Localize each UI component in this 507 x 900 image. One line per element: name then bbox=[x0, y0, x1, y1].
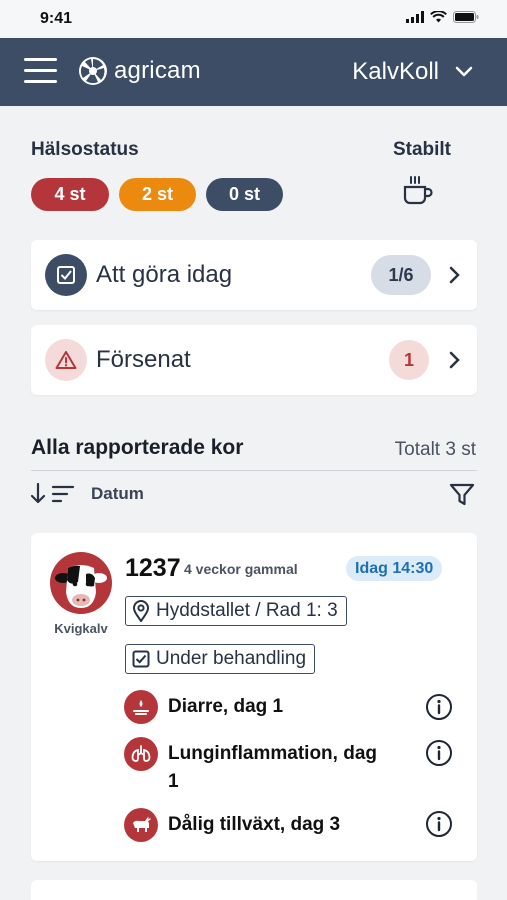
section-total: Totalt 3 st bbox=[394, 439, 476, 460]
status-text: Under behandling bbox=[156, 648, 307, 669]
location-pin-icon bbox=[132, 600, 150, 622]
filter-icon[interactable] bbox=[449, 482, 475, 508]
app-name: KalvKoll bbox=[352, 58, 439, 85]
info-icon[interactable] bbox=[425, 739, 453, 767]
sort-label: Datum bbox=[91, 484, 144, 503]
time-badge: Idag 14:30 bbox=[346, 556, 443, 581]
cow-id: 1237 bbox=[125, 554, 181, 582]
todo-progress-badge: 1/6 bbox=[371, 255, 431, 295]
diagnosis-text: Lunginflammation, dag 1 bbox=[168, 743, 377, 792]
status-pill-dark[interactable]: 0 st bbox=[206, 178, 283, 211]
calf-type: Kvigkalv bbox=[54, 621, 108, 636]
checkbox-icon bbox=[132, 650, 150, 668]
battery-icon bbox=[453, 11, 479, 23]
sort-control[interactable]: Datum bbox=[31, 482, 144, 506]
lungs-icon bbox=[124, 737, 158, 771]
diarrhea-icon bbox=[124, 690, 158, 724]
location-tag: Hyddstallet / Rad 1: 3 bbox=[125, 596, 347, 626]
status-time: 9:41 bbox=[40, 10, 73, 27]
agricam-logo: agricam bbox=[78, 56, 201, 86]
app-header: agricam KalvKoll bbox=[0, 38, 507, 106]
status-pill-orange[interactable]: 2 st bbox=[119, 178, 196, 211]
aperture-icon bbox=[79, 57, 107, 85]
info-icon[interactable] bbox=[425, 810, 453, 838]
diagnosis-text: Dålig tillväxt, dag 3 bbox=[168, 814, 341, 835]
late-count-badge: 1 bbox=[389, 340, 429, 380]
section-title: Alla rapporterade kor bbox=[31, 436, 244, 459]
checkbox-icon bbox=[45, 254, 87, 296]
divider bbox=[31, 470, 477, 471]
cow-card[interactable]: Kvigkalv 1237 4 veckor gammal Idag 14:30… bbox=[31, 533, 477, 861]
status-icons bbox=[406, 11, 479, 23]
diagnosis-item: Diarre, dag 1 bbox=[124, 690, 283, 724]
status-pill-red[interactable]: 4 st bbox=[31, 178, 109, 211]
cow-age: 4 veckor gammal bbox=[184, 561, 298, 577]
diagnosis-text: Diarre, dag 1 bbox=[168, 696, 284, 717]
diagnosis-item: Dålig tillväxt, dag 3 bbox=[124, 808, 340, 842]
health-status-title: Hälsostatus bbox=[31, 139, 139, 160]
treatment-status-tag: Under behandling bbox=[125, 644, 316, 674]
chevron-right-icon bbox=[449, 266, 460, 284]
diagnosis-item: Lunginflammation, dag 1 bbox=[124, 737, 378, 796]
logo-text: agricam bbox=[114, 57, 201, 84]
status-bar: 9:41 bbox=[0, 0, 507, 38]
signal-icon bbox=[406, 11, 424, 23]
coffee-cup-icon bbox=[403, 176, 433, 205]
health-pills: 4 st 2 st 0 st bbox=[31, 178, 283, 211]
warning-icon bbox=[45, 339, 87, 381]
late-row[interactable]: Försenat 1 bbox=[31, 325, 477, 395]
chevron-right-icon bbox=[449, 351, 460, 369]
wifi-icon bbox=[430, 11, 447, 23]
hamburger-menu-icon[interactable] bbox=[24, 58, 58, 86]
next-cow-card[interactable] bbox=[31, 880, 477, 900]
growth-icon bbox=[124, 808, 158, 842]
todo-today-row[interactable]: Att göra idag 1/6 bbox=[31, 240, 477, 310]
app-switcher[interactable]: KalvKoll bbox=[352, 58, 473, 86]
late-label: Försenat bbox=[96, 346, 191, 373]
chevron-down-icon bbox=[455, 66, 473, 77]
location-text: Hyddstallet / Rad 1: 3 bbox=[156, 600, 338, 621]
calf-avatar bbox=[50, 552, 112, 614]
sort-icon bbox=[31, 482, 75, 504]
todo-label: Att göra idag bbox=[96, 261, 233, 288]
info-icon[interactable] bbox=[425, 693, 453, 721]
stable-title: Stabilt bbox=[392, 139, 451, 160]
